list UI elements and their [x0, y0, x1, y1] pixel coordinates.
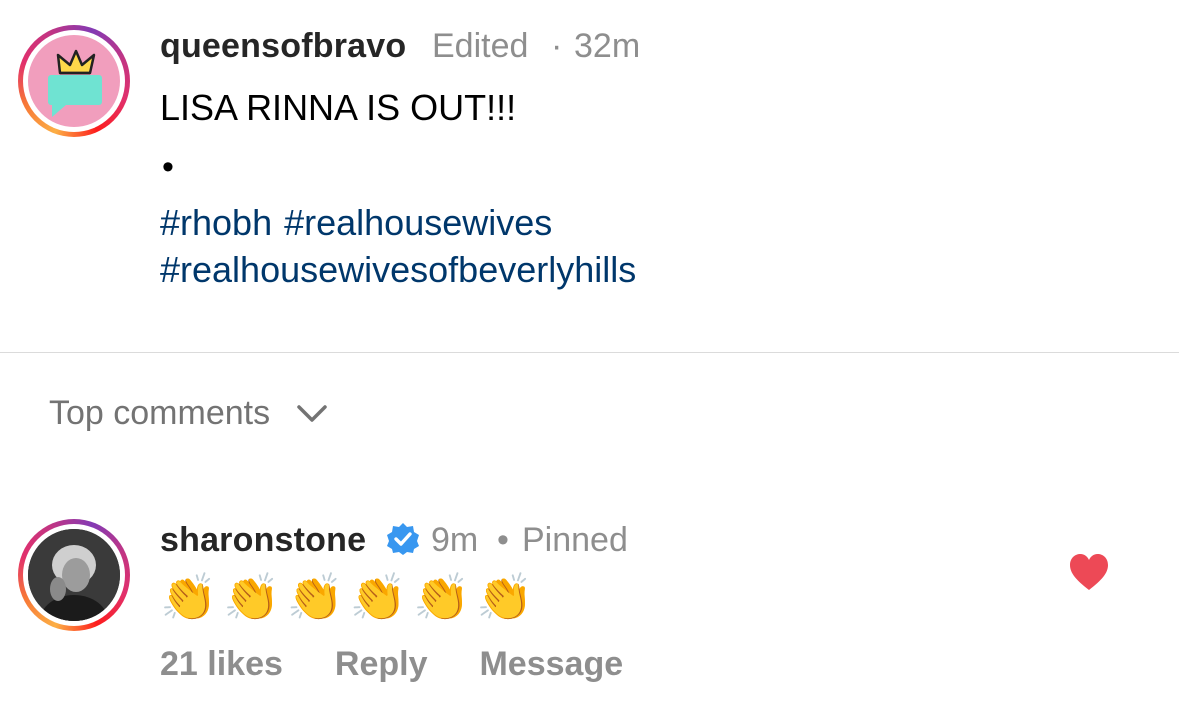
- comment-text: 👏👏👏👏👏👏: [160, 571, 540, 623]
- dot-separator: •: [497, 521, 509, 559]
- message-button[interactable]: Message: [479, 645, 623, 684]
- likes-count[interactable]: 21 likes: [160, 645, 283, 684]
- reply-button[interactable]: Reply: [335, 645, 428, 684]
- comment-actions: 21 likes Reply Message: [160, 645, 675, 684]
- comment-timestamp: 9m: [431, 521, 479, 559]
- pinned-label: Pinned: [522, 521, 628, 559]
- verified-badge-icon: [387, 523, 419, 555]
- heart-icon[interactable]: [1068, 552, 1110, 592]
- comment-username[interactable]: sharonstone: [160, 521, 366, 560]
- comment-item: sharonstone 9m • Pinned 👏👏👏👏👏👏 21 likes …: [0, 0, 1179, 711]
- profile-photo-icon: [28, 529, 120, 621]
- avatar-sharonstone[interactable]: [28, 529, 120, 621]
- story-ring[interactable]: [18, 519, 130, 631]
